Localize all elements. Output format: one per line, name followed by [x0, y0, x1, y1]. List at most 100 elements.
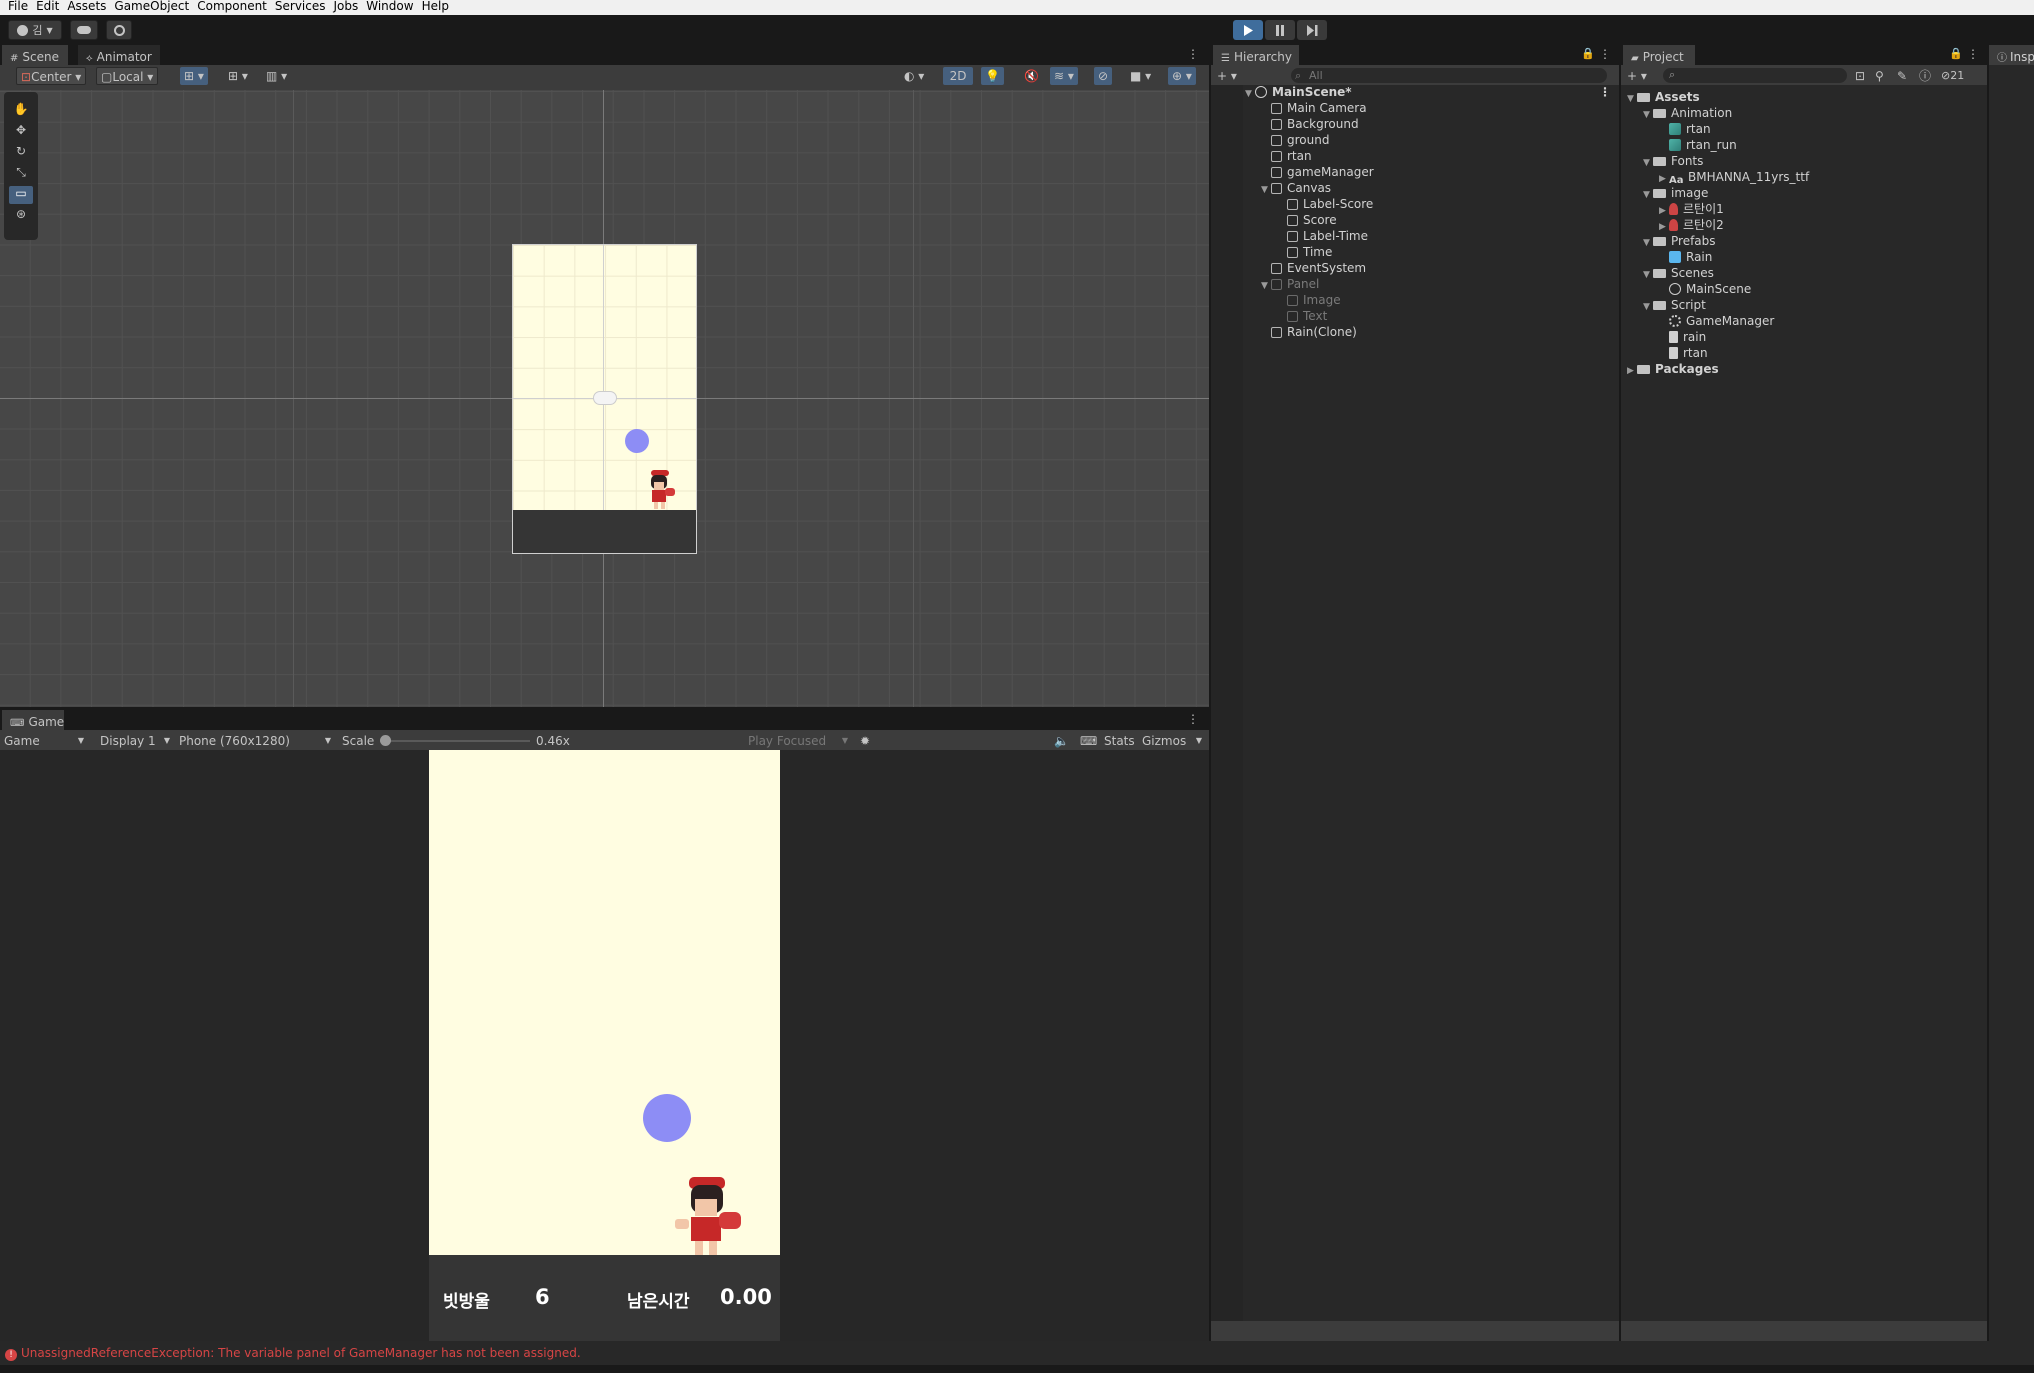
- hidden-count[interactable]: ⊘21: [1937, 67, 1968, 85]
- keyboard-icon[interactable]: ⌨: [1076, 732, 1101, 750]
- more-menu-icon[interactable]: ⋮: [1187, 712, 1199, 726]
- expand-arrow-icon[interactable]: ▶: [1627, 363, 1637, 379]
- more-menu-icon[interactable]: ⋮: [1599, 47, 1611, 61]
- console-status-bar[interactable]: ! UnassignedReferenceException: The varia…: [0, 1341, 2034, 1365]
- resolution-dropdown[interactable]: Phone (760x1280) ▼: [175, 732, 335, 750]
- scene-viewport[interactable]: ✋ ✥ ↻ ⤡ ▭ ⊛: [0, 90, 1209, 707]
- hierarchy-item[interactable]: Time: [1277, 244, 1332, 260]
- menu-edit[interactable]: Edit: [36, 0, 59, 12]
- project-item[interactable]: rain: [1659, 329, 1706, 345]
- raindrop-sprite[interactable]: [625, 429, 649, 453]
- play-focused-dropdown[interactable]: Play Focused ▼: [744, 732, 852, 750]
- project-item[interactable]: ▶ Aa BMHANNA_11yrs_ttf: [1659, 169, 1809, 186]
- mute-audio-icon[interactable]: 🔈: [1050, 732, 1073, 750]
- collab-button[interactable]: [106, 20, 132, 40]
- hierarchy-item[interactable]: Text: [1277, 308, 1327, 324]
- menu-window[interactable]: Window: [366, 0, 413, 12]
- hierarchy-item[interactable]: Image: [1277, 292, 1341, 308]
- step-button[interactable]: [1297, 20, 1327, 40]
- project-item[interactable]: ▶ 르탄이1: [1659, 201, 1724, 217]
- cloud-button[interactable]: [70, 20, 98, 40]
- hierarchy-item[interactable]: Rain(Clone): [1261, 324, 1357, 340]
- rtan-character-sprite[interactable]: [645, 470, 675, 510]
- bug-icon[interactable]: ✹: [856, 732, 874, 750]
- add-button[interactable]: + ▾: [1213, 67, 1241, 85]
- hierarchy-item[interactable]: Main Camera: [1261, 100, 1367, 116]
- increment-snap-button[interactable]: ⊞ ▾: [224, 67, 252, 85]
- expand-arrow-icon[interactable]: ▼: [1261, 278, 1271, 294]
- menu-gameobject[interactable]: GameObject: [114, 0, 189, 12]
- tab-project[interactable]: ▰ Project: [1623, 45, 1695, 65]
- ruler-button[interactable]: ▥ ▾: [262, 67, 291, 85]
- stats-button[interactable]: Stats: [1100, 732, 1139, 750]
- project-item[interactable]: ▼ image: [1643, 185, 1708, 201]
- more-menu-icon[interactable]: ⋮: [1187, 47, 1199, 61]
- project-item[interactable]: ▼ Animation: [1643, 105, 1732, 121]
- project-item[interactable]: ▼ Assets: [1627, 89, 1700, 105]
- hierarchy-item[interactable]: rtan: [1261, 148, 1312, 164]
- scale-tool-icon[interactable]: ⤡: [9, 165, 33, 183]
- menu-jobs[interactable]: Jobs: [334, 0, 359, 12]
- camera-button[interactable]: ■ ▾: [1126, 67, 1155, 85]
- scale-slider-thumb[interactable]: [380, 735, 391, 746]
- project-item[interactable]: ▼ Scenes: [1643, 265, 1714, 281]
- space-dropdown[interactable]: ▢Local ▾: [96, 67, 159, 85]
- project-item[interactable]: ▶ 르탄이2: [1659, 217, 1724, 233]
- visibility-button[interactable]: ⊘: [1094, 67, 1113, 85]
- view-dropdown[interactable]: Game ▼: [0, 732, 88, 750]
- hierarchy-item[interactable]: gameManager: [1261, 164, 1374, 180]
- expand-arrow-icon[interactable]: ▼: [1643, 155, 1653, 171]
- more-menu-icon[interactable]: ⋮: [1599, 84, 1611, 100]
- hierarchy-item[interactable]: EventSystem: [1261, 260, 1366, 276]
- expand-arrow-icon[interactable]: ▼: [1643, 235, 1653, 251]
- lock-icon[interactable]: 🔒: [1949, 47, 1963, 60]
- hierarchy-item[interactable]: ▼ Canvas: [1261, 180, 1331, 196]
- rect-tool-icon[interactable]: ▭: [9, 186, 33, 204]
- camera-frame[interactable]: [512, 244, 697, 554]
- account-button[interactable]: 김 ▼: [8, 20, 62, 40]
- game-screen[interactable]: 빗방울 6 남은시간 0.00: [429, 750, 780, 1341]
- gizmos-dropdown[interactable]: Gizmos ▼: [1138, 732, 1206, 750]
- menu-component[interactable]: Component: [197, 0, 267, 12]
- hierarchy-item[interactable]: Background: [1261, 116, 1359, 132]
- expand-arrow-icon[interactable]: ▼: [1643, 299, 1653, 315]
- display-dropdown[interactable]: Display 1 ▼: [96, 732, 174, 750]
- camera-gizmo-icon[interactable]: [593, 391, 617, 405]
- tab-hierarchy[interactable]: ☰ Hierarchy: [1213, 45, 1299, 65]
- pivot-dropdown[interactable]: ⊡Center ▾: [16, 67, 87, 85]
- more-menu-icon[interactable]: ⋮: [1967, 47, 1979, 61]
- project-item[interactable]: ▼ Prefabs: [1643, 233, 1716, 249]
- hand-tool-icon[interactable]: ✋: [9, 102, 33, 120]
- hierarchy-item[interactable]: Label-Time: [1277, 228, 1368, 244]
- menu-help[interactable]: Help: [422, 0, 449, 12]
- expand-arrow-icon[interactable]: ▼: [1261, 182, 1271, 198]
- project-item[interactable]: GameManager: [1659, 313, 1774, 329]
- grid-snap-button[interactable]: ⊞ ▾: [180, 67, 208, 85]
- project-item[interactable]: ▼ Script: [1643, 297, 1706, 313]
- info-icon[interactable]: ⓘ: [1915, 67, 1935, 85]
- project-item[interactable]: rtan_run: [1659, 137, 1737, 153]
- hierarchy-search-input[interactable]: ⌕ All: [1291, 68, 1607, 83]
- tab-scene[interactable]: # Scene: [2, 45, 68, 65]
- project-item[interactable]: Rain: [1659, 249, 1712, 265]
- gizmos-button[interactable]: ⊕ ▾: [1168, 67, 1196, 85]
- hierarchy-scene-row[interactable]: ▼ MainScene* ⋮: [1245, 84, 1615, 100]
- scale-slider-track[interactable]: [380, 740, 530, 742]
- project-item[interactable]: ▶ Packages: [1627, 361, 1719, 377]
- lock-icon[interactable]: 🔒: [1581, 47, 1595, 60]
- hierarchy-item[interactable]: Score: [1277, 212, 1337, 228]
- tab-inspector[interactable]: ⓘ Insp: [1989, 45, 2034, 65]
- project-item[interactable]: rtan: [1659, 345, 1708, 361]
- expand-arrow-icon[interactable]: ▼: [1643, 107, 1653, 123]
- tab-game[interactable]: ⌨ Game: [2, 710, 64, 730]
- menu-file[interactable]: File: [8, 0, 28, 12]
- expand-arrow-icon[interactable]: ▼: [1643, 187, 1653, 203]
- expand-arrow-icon[interactable]: ▼: [1627, 91, 1637, 107]
- transform-tool-icon[interactable]: ⊛: [9, 207, 33, 225]
- project-item[interactable]: rtan: [1659, 121, 1711, 137]
- rotate-tool-icon[interactable]: ↻: [9, 144, 33, 162]
- search-type-icon[interactable]: ⊡: [1851, 67, 1869, 85]
- move-tool-icon[interactable]: ✥: [9, 123, 33, 141]
- mode-2d-button[interactable]: 2D: [943, 67, 973, 85]
- label-icon[interactable]: ✎: [1893, 67, 1911, 85]
